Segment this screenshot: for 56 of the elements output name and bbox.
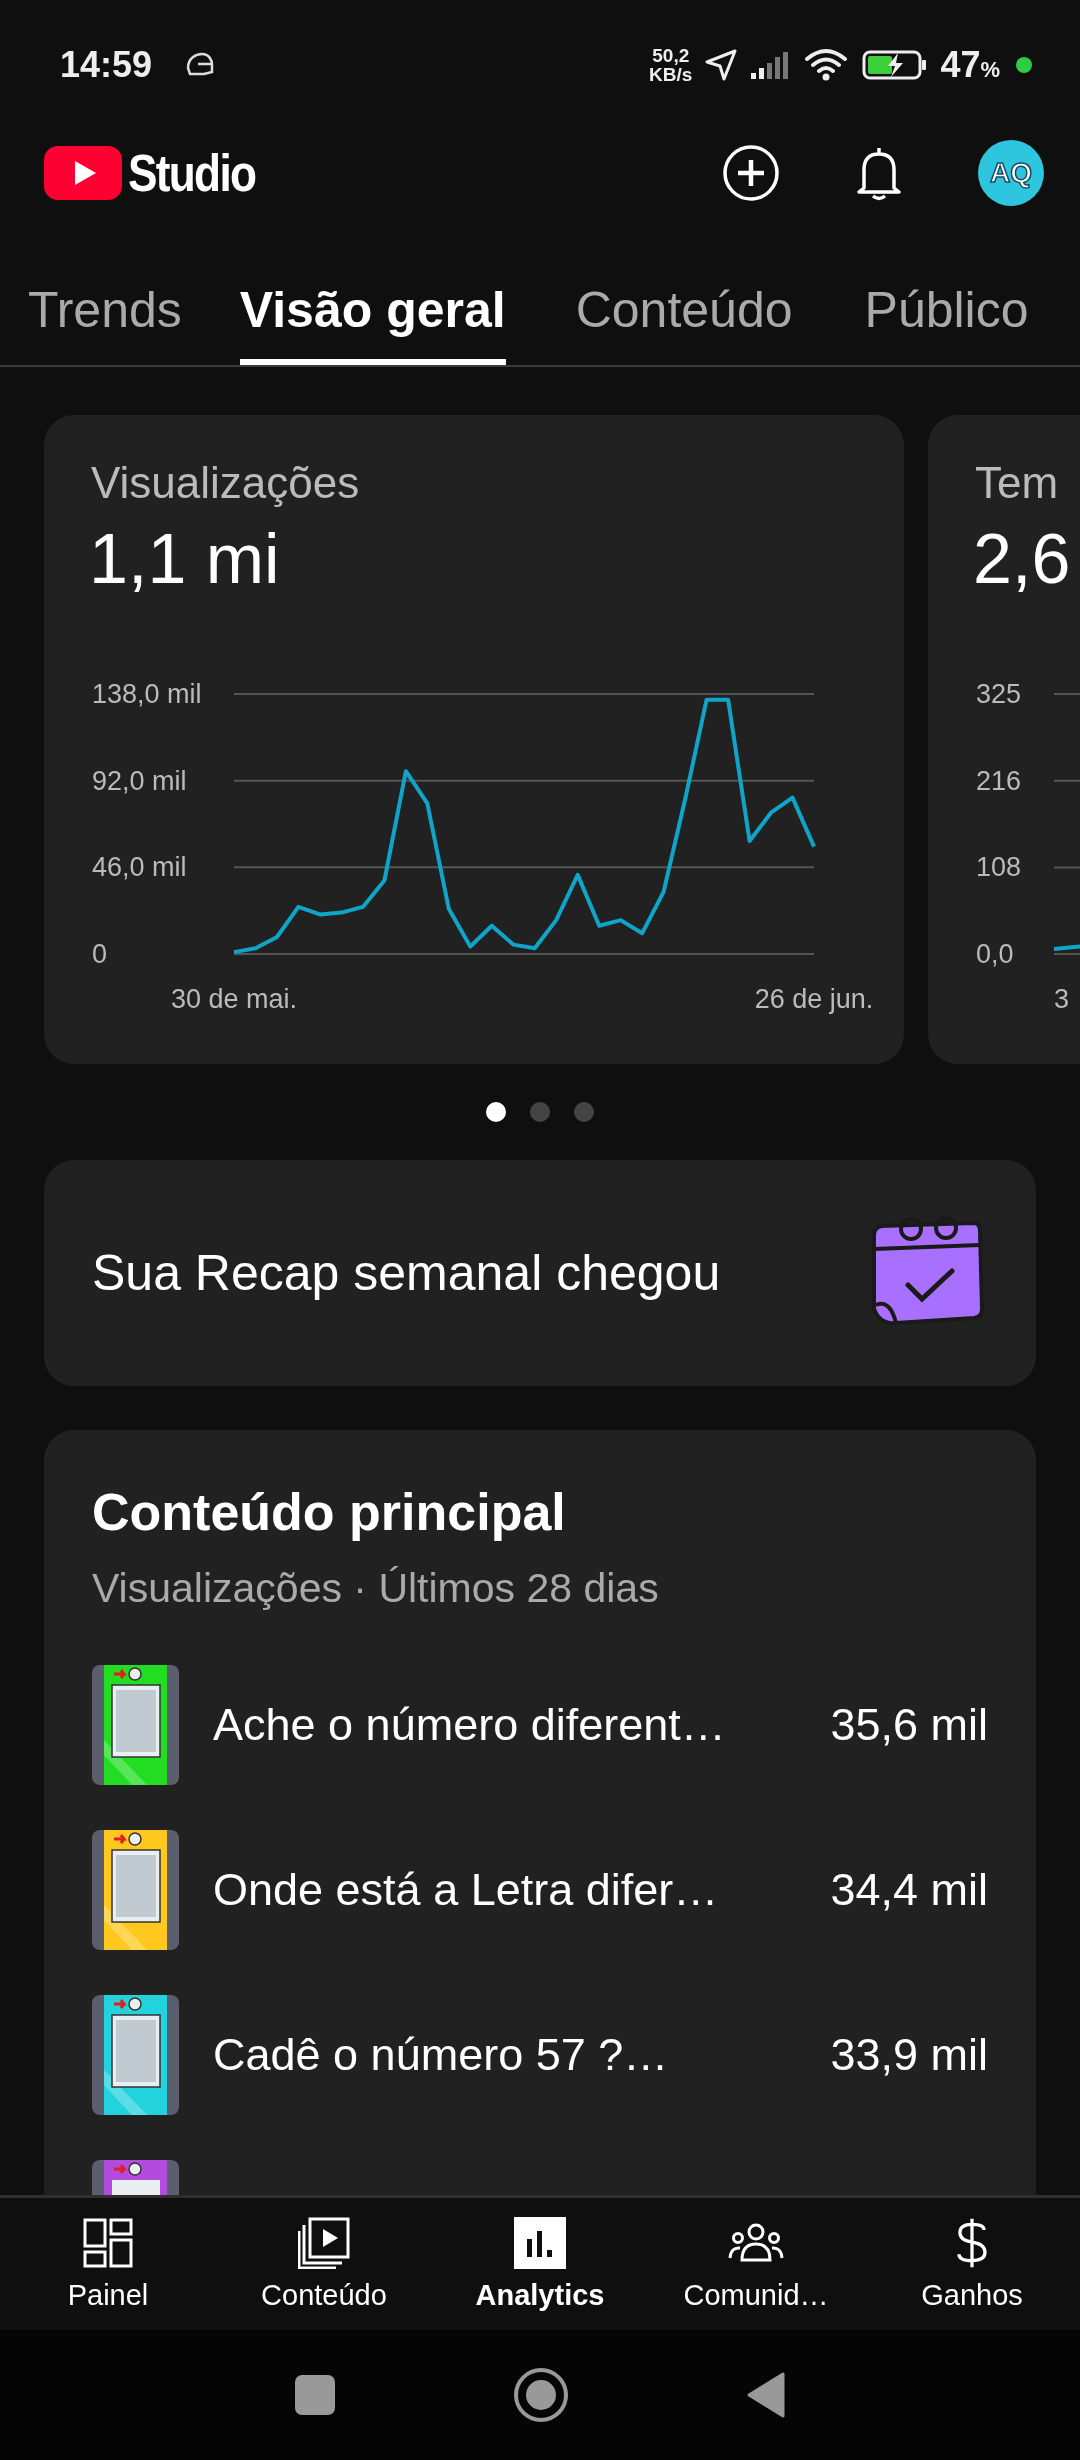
network-speed: 50,2 KB/s <box>649 46 693 84</box>
axis-label: 30 de mai. <box>170 984 298 1014</box>
recap-card[interactable]: Sua Recap semanal chegou <box>44 1160 1036 1386</box>
logo-text: Studio <box>128 142 256 203</box>
tab[interactable]: Público <box>836 281 1045 365</box>
page-indicator-dot[interactable] <box>574 1102 594 1122</box>
nav-item[interactable]: Conteúdo <box>216 2198 432 2330</box>
metric-value: 2,6 <box>973 519 1072 600</box>
tab[interactable]: Trends <box>0 281 198 365</box>
home-icon[interactable] <box>513 2367 569 2423</box>
play-logo-icon <box>44 145 122 200</box>
metric-title: Visualizações <box>91 457 361 509</box>
video-title[interactable]: Ache o número diferent… <box>213 1698 815 1751</box>
back-icon[interactable] <box>747 2372 785 2418</box>
section-title: Conteúdo principal <box>92 1482 567 1543</box>
axis-label: 325 <box>976 679 1022 709</box>
axis-label: 46,0 mil <box>92 852 187 883</box>
metric-card[interactable]: Visualizações 1,1 mi 138,0 mil 92,0 mil 46,0 mil 0 30 de mai. 26 de jun. <box>44 415 904 1064</box>
dashboard-icon <box>82 2216 134 2269</box>
create-icon[interactable] <box>722 143 780 202</box>
recents-icon[interactable] <box>295 2375 335 2415</box>
view-count: 33,9 mil <box>830 2028 988 2081</box>
recap-text: Sua Recap semanal chegou <box>92 1244 721 1302</box>
status-dot <box>1016 57 1032 73</box>
battery-icon <box>862 49 929 81</box>
view-count: 34,4 mil <box>830 1863 988 1916</box>
tab[interactable]: Conteúdo <box>547 281 809 365</box>
nav-item[interactable]: Analytics <box>432 2198 648 2330</box>
axis-label: 26 de jun. <box>754 984 874 1014</box>
nav-item[interactable]: Comunid… <box>648 2198 864 2330</box>
metric-card[interactable]: Tem 2,6 325 216 108 0,0 3 <box>928 415 1080 1064</box>
page-indicator-dot[interactable] <box>486 1102 506 1122</box>
page-indicator-dot[interactable] <box>530 1102 550 1122</box>
metric-value: 1,1 mi <box>89 519 281 600</box>
video-library-icon <box>298 2216 350 2269</box>
metric-title: Tem <box>975 457 1060 509</box>
location-icon <box>704 48 739 82</box>
battery-level: 47% <box>940 44 1000 86</box>
section-subtitle: Visualizações · Últimos 28 dias <box>92 1564 660 1613</box>
video-title[interactable]: Cadê o número 57 ?… <box>213 2028 815 2081</box>
axis-label: 108 <box>976 852 1022 883</box>
chart-line <box>1053 941 1080 951</box>
analytics-icon <box>514 2216 566 2269</box>
axis-label: 3 <box>1054 984 1070 1014</box>
video-title[interactable]: Onde está a Letra difer… <box>213 1863 815 1916</box>
axis-label: 138,0 mil <box>92 679 202 709</box>
helmet-icon <box>184 52 215 78</box>
axis-label: 216 <box>976 765 1022 796</box>
view-count: 35,6 mil <box>830 1698 988 1751</box>
nav-item[interactable]: Ganhos <box>864 2198 1080 2330</box>
axis-label: 92,0 mil <box>92 765 187 796</box>
tab[interactable]: Visão geral <box>239 281 506 365</box>
nav-item[interactable]: Painel <box>0 2198 216 2330</box>
axis-label: 0,0 <box>976 939 1014 970</box>
status-time: 14:59 <box>60 44 153 86</box>
axis-label: 0 <box>92 939 108 969</box>
